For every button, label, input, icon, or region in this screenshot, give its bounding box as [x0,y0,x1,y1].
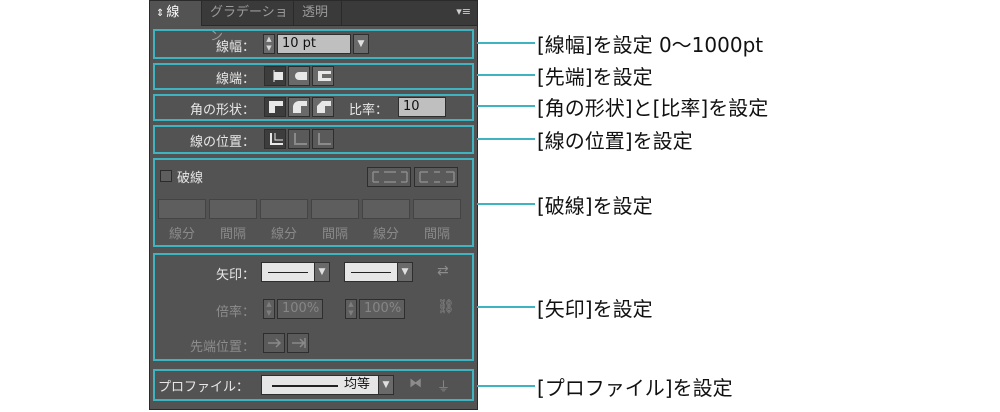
connector-dashed [477,203,535,205]
flip-vertical-icon[interactable]: ⏚ [437,376,450,395]
arrow-start-dropdown[interactable]: ▼ [314,262,330,282]
arrow-end-dropdown[interactable]: ▼ [397,262,413,282]
dash-preserve-button[interactable] [367,167,411,187]
tab-bar: ⇕ 線 グラデーション 透明 ▾≡ [150,1,477,44]
panel-menu-icon[interactable]: ▾≡ [453,5,471,19]
dash-align-corners-button[interactable] [414,167,458,187]
connector-cap [477,74,535,76]
connector-align [477,138,535,140]
align-outside-icon [318,133,331,145]
cap-label: 線端： [215,72,255,87]
stroke-weight-input[interactable]: 10 pt [277,34,351,54]
annotation-stroke-weight: [線幅]を設定 0〜1000pt [537,33,764,57]
tab-gradient[interactable]: グラデーション [202,1,294,44]
connector-profile [477,385,535,387]
dash-input-2[interactable] [260,199,308,219]
arrow-scale-start-input[interactable]: 100% [277,299,323,319]
arrow-tip-end-button[interactable] [287,333,309,353]
annotation-align: [線の位置]を設定 [537,129,693,153]
connector-arrows [477,306,535,308]
arrow-start-select[interactable] [261,262,315,282]
dashed-checkbox[interactable] [160,170,172,182]
stroke-panel: ⇕ 線 グラデーション 透明 ▾≡ 線幅： ▲ ▼ 10 pt ▼ 線端： 角の形状… [149,0,478,410]
dash-preserve-icon [372,171,408,183]
connector-corner [477,105,535,107]
arrow-end-select[interactable] [344,262,398,282]
round-cap-button[interactable] [288,66,310,86]
align-outside-button[interactable] [312,129,334,149]
gap-label-3: 間隔 [423,227,450,242]
arrow-tip-beyond-button[interactable] [263,333,285,353]
annotation-cap: [先端]を設定 [537,65,653,89]
connector-stroke-weight [477,42,535,44]
miter-limit-label: 比率： [349,103,389,118]
arrow-scale-end-stepper[interactable]: ▲ ▼ [345,299,357,319]
tab-stroke[interactable]: ⇕ 線 [150,1,202,26]
arrows-label: 矢印： [215,268,255,283]
dashed-label: 破線 [177,171,204,186]
miter-limit-input[interactable]: 10 [398,97,446,117]
dash-label-2: 線分 [270,227,297,242]
gap-input-1[interactable] [209,199,257,219]
profile-label: プロファイル： [158,380,250,395]
align-label: 線の位置： [189,135,255,150]
butt-cap-icon [273,70,283,82]
stroke-weight-dropdown[interactable]: ▼ [353,34,369,54]
swap-arrows-icon[interactable]: ⇄ [437,263,449,279]
chevron-updown-icon: ⇕ [156,8,165,19]
profile-dropdown[interactable]: ▼ [378,375,394,395]
annotation-dashed: [破線]を設定 [537,194,653,218]
arrow-scale-label: 倍率： [215,305,255,320]
miter-join-button[interactable] [264,97,286,117]
dash-label-3: 線分 [372,227,399,242]
arrow-place-icon [292,338,306,348]
dash-input-1[interactable] [158,199,206,219]
bevel-join-icon [317,101,331,113]
flip-horizontal-icon[interactable]: ⧓ [409,376,422,391]
profile-value: 均等 [344,377,371,392]
gap-input-2[interactable] [311,199,359,219]
dash-align-corners-icon [419,171,455,183]
projecting-cap-button[interactable] [312,66,334,86]
stroke-weight-label: 線幅： [215,40,255,55]
gap-label-1: 間隔 [219,227,246,242]
butt-cap-button[interactable] [264,66,286,86]
arrow-extend-icon [268,338,282,348]
tab-transparency[interactable]: 透明 [294,1,342,25]
align-inside-icon [294,133,307,145]
miter-join-icon [269,101,283,113]
align-center-button[interactable] [264,129,286,149]
projecting-cap-icon [318,71,331,81]
annotation-arrows: [矢印]を設定 [537,297,653,321]
dash-label-1: 線分 [168,227,195,242]
link-scale-icon[interactable]: ⛓ [437,299,455,315]
bevel-join-button[interactable] [312,97,334,117]
stroke-weight-stepper[interactable]: ▲ ▼ [263,34,275,54]
round-join-icon [293,101,307,113]
gap-label-2: 間隔 [321,227,348,242]
arrow-scale-start-stepper[interactable]: ▲ ▼ [263,299,275,319]
align-inside-button[interactable] [288,129,310,149]
dash-input-3[interactable] [362,199,410,219]
profile-select[interactable]: 均等 [261,375,379,395]
annotation-profile: [プロファイル]を設定 [537,376,733,400]
corner-label: 角の形状： [189,103,255,118]
gap-input-3[interactable] [413,199,461,219]
annotation-corner: [角の形状]と[比率]を設定 [537,96,769,120]
round-join-button[interactable] [288,97,310,117]
arrow-align-label: 先端位置： [189,340,255,355]
arrow-scale-end-input[interactable]: 100% [359,299,405,319]
round-cap-icon [295,72,307,80]
align-center-icon [270,133,283,145]
